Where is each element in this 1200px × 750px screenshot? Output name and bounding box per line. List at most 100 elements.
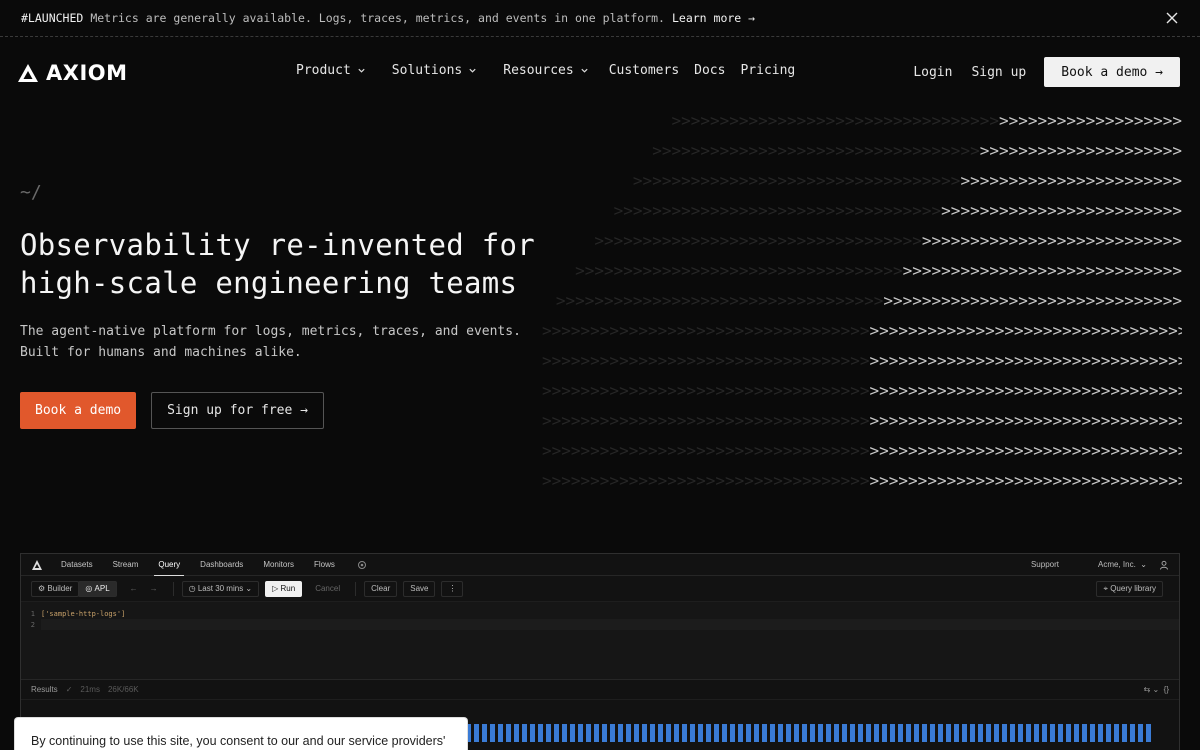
arrow-row: >>>>>>>>>>>>>>>>>>>>>>>>>>>>>>>>>>>>>>>>…: [542, 321, 1182, 340]
nav-product-label: Product: [296, 63, 351, 78]
histogram-bar: [906, 724, 911, 742]
histogram-bar: [850, 724, 855, 742]
histogram-bar: [522, 724, 527, 742]
nav-customers[interactable]: Customers: [609, 63, 679, 78]
cancel-button[interactable]: Cancel: [308, 581, 347, 597]
histogram-bar: [570, 724, 575, 742]
histogram: [466, 722, 1154, 742]
chevron-down-icon: ⌄: [243, 584, 253, 593]
query-editor[interactable]: 1 ['sample-http-logs'] 2: [21, 602, 1179, 680]
app-logo-icon: [32, 559, 42, 570]
tab-datasets[interactable]: Datasets: [61, 560, 93, 569]
nav-solutions[interactable]: Solutions: [392, 63, 477, 78]
histogram-bar: [1002, 724, 1007, 742]
nav-resources[interactable]: Resources: [503, 63, 588, 78]
histogram-bar: [1034, 724, 1039, 742]
histogram-bar: [818, 724, 823, 742]
histogram-bar: [762, 724, 767, 742]
histogram-bar: [858, 724, 863, 742]
nav-product[interactable]: Product: [296, 63, 366, 78]
histogram-bar: [674, 724, 679, 742]
signup-link[interactable]: Sign up: [971, 65, 1026, 80]
histogram-bar: [626, 724, 631, 742]
announcement-bar: #LAUNCHED Metrics are generally availabl…: [0, 0, 1200, 37]
user-icon[interactable]: [1159, 560, 1169, 570]
histogram-bar: [1066, 724, 1071, 742]
axiom-logo-icon: [18, 64, 38, 82]
nav-docs[interactable]: Docs: [694, 63, 725, 78]
nav-pricing[interactable]: Pricing: [740, 63, 795, 78]
histogram-bar: [738, 724, 743, 742]
toolbar-divider: [172, 581, 174, 596]
prompt-glyph: ~/: [20, 182, 42, 203]
more-options-icon[interactable]: ⋮: [441, 580, 464, 597]
tab-monitors[interactable]: Monitors: [263, 560, 294, 569]
histogram-bar: [722, 724, 727, 742]
check-icon: ✓: [65, 685, 73, 694]
forward-arrow-icon[interactable]: →: [143, 581, 165, 597]
hero-signup-button[interactable]: Sign up for free →: [151, 392, 324, 429]
histogram-bar: [1082, 724, 1087, 742]
arrow-row: >>>>>>>>>>>>>>>>>>>>>>>>>>>>>>>>>>>>>>>>…: [632, 171, 1182, 190]
headline-line-1: Observability re-invented for: [20, 228, 536, 262]
gear-icon[interactable]: [357, 560, 367, 570]
arrow-row: >>>>>>>>>>>>>>>>>>>>>>>>>>>>>>>>>>>>>>>>…: [652, 141, 1182, 160]
histogram-bar: [490, 724, 495, 742]
histogram-bar: [514, 724, 519, 742]
histogram-bar: [746, 724, 751, 742]
tab-query[interactable]: Query: [154, 560, 184, 576]
histogram-bar: [482, 724, 487, 742]
histogram-bar: [618, 724, 623, 742]
histogram-bar: [506, 724, 511, 742]
histogram-bar: [898, 724, 903, 742]
arrow-row: >>>>>>>>>>>>>>>>>>>>>>>>>>>>>>>>>>>>>>>>…: [542, 351, 1182, 370]
library-icon: ⌖: [1103, 583, 1111, 593]
query-library-button[interactable]: ⌖ Query library: [1096, 580, 1163, 597]
hero-cta-group: Book a demo Sign up for free →: [20, 392, 324, 429]
histogram-bar: [866, 724, 871, 742]
histogram-bar: [658, 724, 663, 742]
headline-line-2: high-scale engineering teams: [20, 266, 518, 300]
histogram-bar: [498, 724, 503, 742]
histogram-bar: [810, 724, 815, 742]
apl-toggle[interactable]: ◎ APL: [78, 580, 117, 597]
axiom-logo[interactable]: AXIOM: [17, 61, 128, 85]
histogram-bar: [714, 724, 719, 742]
histogram-bar: [474, 724, 479, 742]
arrow-row: >>>>>>>>>>>>>>>>>>>>>>>>>>>>>>>>>>>>>>>>…: [575, 261, 1182, 280]
run-button[interactable]: ▷ Run: [265, 580, 303, 597]
histogram-bar: [634, 724, 639, 742]
back-arrow-icon[interactable]: ←: [123, 581, 145, 597]
results-view-icons[interactable]: ⇆ ⌄ {}: [1144, 685, 1169, 694]
histogram-bar: [1026, 724, 1031, 742]
tab-dashboards[interactable]: Dashboards: [200, 560, 243, 569]
histogram-bar: [954, 724, 959, 742]
builder-label: Builder: [47, 584, 73, 593]
tab-stream[interactable]: Stream: [113, 560, 139, 569]
histogram-bar: [930, 724, 935, 742]
book-demo-button[interactable]: Book a demo →: [1044, 57, 1180, 87]
histogram-bar: [882, 724, 887, 742]
builder-toggle[interactable]: ⚙ Builder: [31, 580, 80, 597]
support-link[interactable]: Support: [1031, 560, 1059, 569]
histogram-bar: [1138, 724, 1143, 742]
login-link[interactable]: Login: [913, 65, 952, 80]
org-switcher[interactable]: Acme, Inc. ⌄: [1098, 560, 1147, 569]
run-label: Run: [280, 584, 296, 593]
tab-flows[interactable]: Flows: [314, 560, 335, 569]
histogram-bar: [1122, 724, 1127, 742]
main-nav: AXIOM Product Solutions Resources Custom…: [0, 37, 1200, 107]
save-button[interactable]: Save: [403, 580, 436, 597]
clear-button[interactable]: Clear: [364, 580, 398, 597]
close-icon[interactable]: [1164, 10, 1180, 26]
histogram-bar: [1058, 724, 1063, 742]
arrow-pattern: >>>>>>>>>>>>>>>>>>>>>>>>>>>>>>>>>>>>>>>>…: [542, 106, 1182, 496]
learn-more-link[interactable]: Learn more →: [672, 11, 755, 25]
histogram-bar: [562, 724, 567, 742]
histogram-bar: [1114, 724, 1119, 742]
hero-book-demo-button[interactable]: Book a demo: [20, 392, 137, 429]
histogram-bar: [874, 724, 879, 742]
nav-actions: Login Sign up Book a demo →: [913, 57, 1180, 87]
hero-headline: Observability re-invented for high-scale…: [20, 226, 580, 302]
time-range-select[interactable]: ◷ Last 30 mins ⌄: [181, 580, 260, 597]
